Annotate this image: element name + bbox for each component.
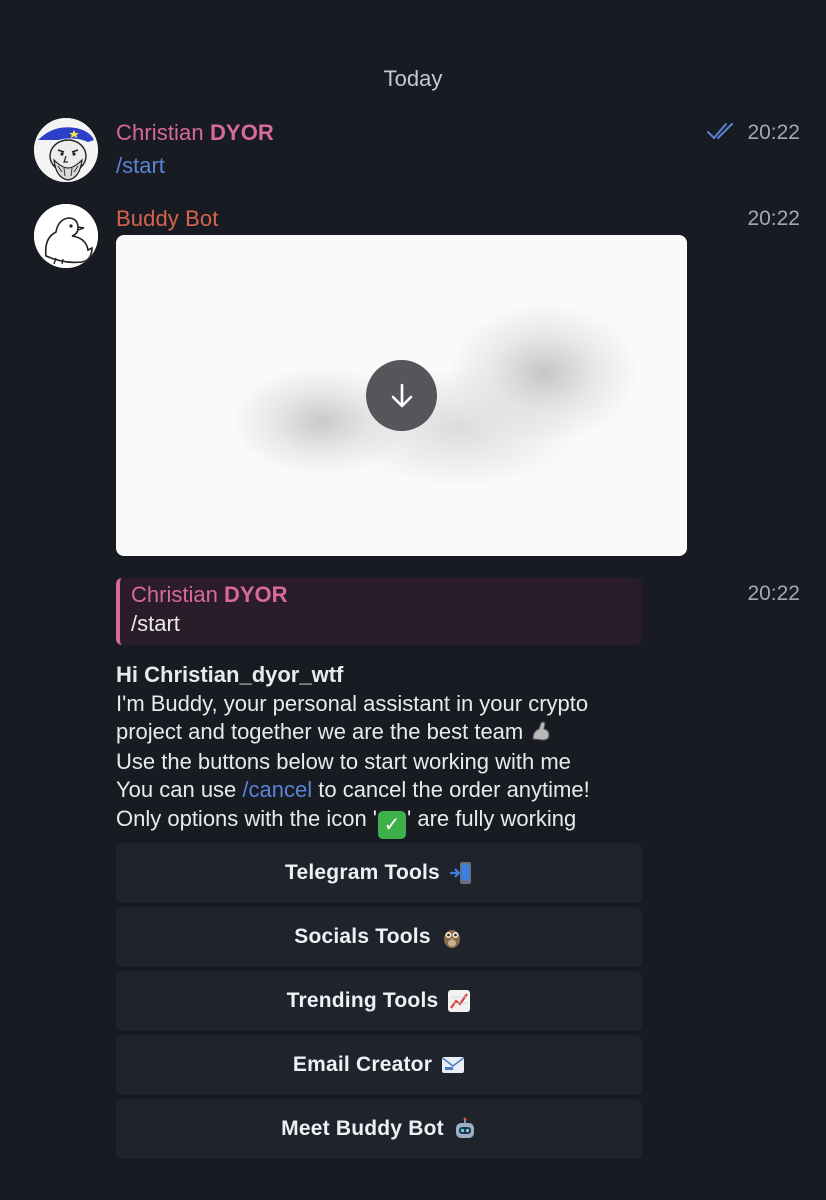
meet-buddy-bot-button[interactable]: Meet Buddy Bot [116,1099,642,1159]
text-span: to cancel the order anytime! [312,777,590,802]
reply-quote[interactable]: Christian DYOR /start [116,578,642,645]
owl-icon [440,925,464,949]
date-separator: Today [383,66,443,91]
reply-text: /start [131,611,180,636]
robot-icon [453,1117,477,1141]
sender-first-name: Christian [116,120,204,145]
flexed-biceps-icon [529,719,553,748]
button-label: Trending Tools [286,989,439,1012]
start-command-link[interactable]: /start [116,153,165,179]
greeting-line: Hi Christian_dyor_wtf [116,662,344,687]
message-time: 20:22 [747,582,800,605]
email-icon [441,1053,465,1077]
text-line: Only options with the icon ' ✓ ' are fully… [116,805,676,839]
sender-suffix: DYOR [209,120,274,145]
reply-sender-suffix: DYOR [223,582,288,607]
download-button[interactable] [366,360,437,431]
sender-name-buddy-bot[interactable]: Buddy Bot [116,206,218,232]
chart-up-icon [447,989,471,1013]
text-line: I'm Buddy, your personal assistant in yo… [116,690,589,716]
text-line: You can use /cancel to cancel the order … [116,776,676,805]
text-line: project and together we are the best tea… [116,718,676,748]
read-double-check-icon [707,123,733,140]
text-span: You can use [116,777,243,802]
check-mark-icon: ✓ [378,810,407,839]
arrow-down-icon [391,383,412,407]
button-label: Email Creator [292,1053,433,1076]
socials-tools-button[interactable]: Socials Tools [116,907,642,967]
reply-sender: Christian DYOR [131,582,642,608]
text-span: ' are fully working [407,805,577,831]
text-span: Only options with the icon ' [116,805,378,831]
telegram-tools-button[interactable]: Telegram Tools [116,843,642,903]
text-span: project and together we are the best tea… [116,719,524,744]
media-preview[interactable] [116,235,687,556]
text-line: Use the buttons below to start working w… [116,748,571,774]
reply-sender-first-name: Christian [131,582,218,607]
phone-arrow-icon [449,861,473,885]
chat-view: Today Christian DYOR /start 20:22 Buddy … [0,0,826,1200]
trending-tools-button[interactable]: Trending Tools [116,971,642,1031]
email-creator-button[interactable]: Email Creator [116,1035,642,1095]
sender-name-christian[interactable]: Christian DYOR [116,120,274,146]
avatar-buddy-bot[interactable] [34,204,98,268]
button-label: Meet Buddy Bot [281,1117,444,1140]
button-label: Socials Tools [294,925,431,948]
cancel-command-link[interactable]: /cancel [242,777,312,802]
bot-message-text: Hi Christian_dyor_wtf I'm Buddy, your pe… [116,661,676,839]
avatar-christian[interactable] [34,118,98,182]
message-time: 20:22 [747,207,800,230]
message-time: 20:22 [747,121,800,144]
button-label: Telegram Tools [285,861,440,884]
